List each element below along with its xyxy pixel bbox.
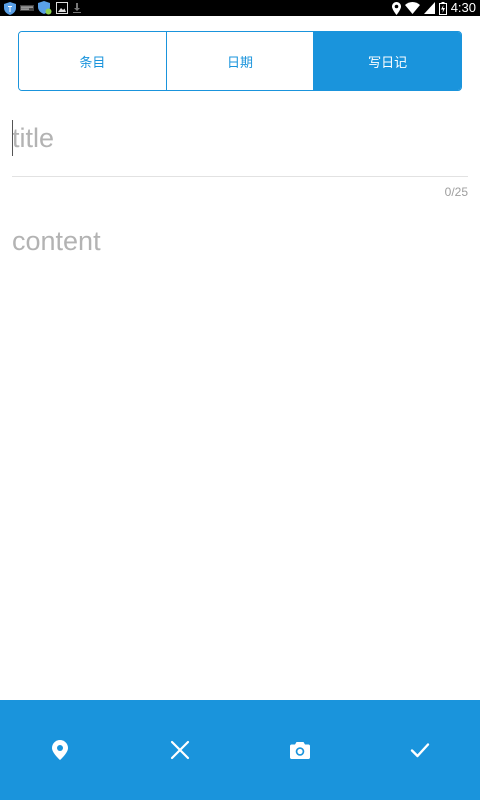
title-input[interactable] bbox=[12, 118, 468, 158]
add-location-button[interactable] bbox=[0, 700, 120, 800]
bottom-toolbar bbox=[0, 700, 480, 800]
location-icon bbox=[391, 1, 401, 15]
shield-icon bbox=[4, 1, 16, 15]
title-field-container bbox=[12, 118, 468, 158]
tab-write-diary[interactable]: 写日记 bbox=[313, 32, 461, 90]
app-icon bbox=[20, 5, 34, 11]
segmented-tabs: 条目 日期 写日记 bbox=[18, 31, 462, 91]
battery-icon bbox=[438, 1, 447, 15]
status-time: 4:30 bbox=[450, 0, 476, 15]
image-icon bbox=[56, 2, 68, 14]
title-divider bbox=[12, 176, 468, 177]
shield-badge-icon bbox=[38, 1, 52, 15]
close-icon bbox=[170, 740, 190, 760]
download-icon bbox=[73, 3, 81, 13]
camera-icon bbox=[290, 741, 310, 759]
signal-icon bbox=[423, 2, 435, 14]
status-left-icons bbox=[4, 0, 82, 16]
add-photo-button[interactable] bbox=[240, 700, 360, 800]
content-input[interactable] bbox=[12, 226, 468, 686]
text-caret bbox=[12, 120, 13, 156]
cancel-button[interactable] bbox=[120, 700, 240, 800]
wifi-icon bbox=[404, 2, 420, 14]
check-icon bbox=[410, 743, 430, 758]
status-right-icons: 4:30 bbox=[391, 0, 476, 16]
tab-entries[interactable]: 条目 bbox=[19, 32, 166, 90]
tab-date[interactable]: 日期 bbox=[165, 32, 314, 90]
confirm-button[interactable] bbox=[360, 700, 480, 800]
title-char-counter: 0/25 bbox=[444, 185, 468, 199]
location-pin-icon bbox=[52, 740, 68, 760]
status-bar: 4:30 bbox=[0, 0, 480, 16]
